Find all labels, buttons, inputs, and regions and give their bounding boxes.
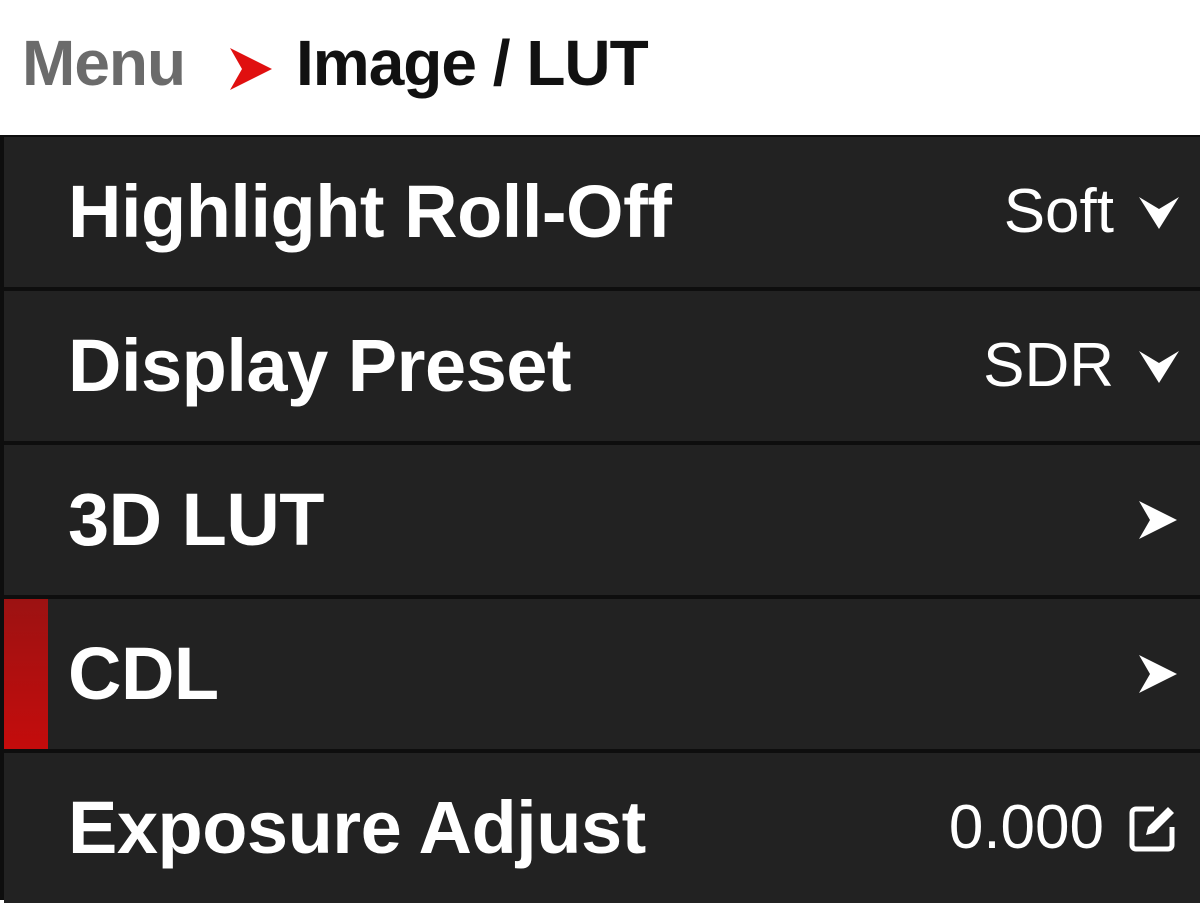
menu-item-label: Exposure Adjust	[68, 786, 646, 869]
menu-item-exposure-adjust[interactable]: Exposure Adjust 0.000	[4, 753, 1200, 903]
chevron-down-icon[interactable]	[1136, 291, 1182, 441]
menu-item-label: Highlight Roll-Off	[68, 170, 672, 253]
menu-item-highlight-roll-off[interactable]: Highlight Roll-Off Soft	[4, 137, 1200, 287]
menu-item-value: SDR	[983, 331, 1114, 400]
menu-item-label: Display Preset	[68, 324, 572, 407]
breadcrumb-parent[interactable]: Menu	[22, 26, 186, 100]
selection-indicator	[4, 599, 48, 749]
menu-item-label: 3D LUT	[68, 478, 325, 561]
breadcrumb: Menu Image / LUT	[0, 0, 1200, 135]
menu-item-3d-lut[interactable]: 3D LUT	[4, 445, 1200, 595]
menu-item-value: 0.000	[948, 793, 1104, 862]
edit-icon[interactable]	[1124, 753, 1182, 903]
menu-item-value: Soft	[1003, 177, 1114, 246]
menu-list: Highlight Roll-Off Soft Display Preset S…	[0, 135, 1200, 903]
menu-item-display-preset[interactable]: Display Preset SDR	[4, 291, 1200, 441]
menu-item-cdl[interactable]: CDL	[4, 599, 1200, 749]
chevron-right-icon[interactable]	[1136, 599, 1180, 749]
chevron-right-icon	[230, 48, 272, 90]
chevron-down-icon[interactable]	[1136, 137, 1182, 287]
chevron-right-icon[interactable]	[1136, 445, 1180, 595]
page-title: Image / LUT	[296, 27, 649, 99]
menu-item-label: CDL	[68, 632, 219, 715]
